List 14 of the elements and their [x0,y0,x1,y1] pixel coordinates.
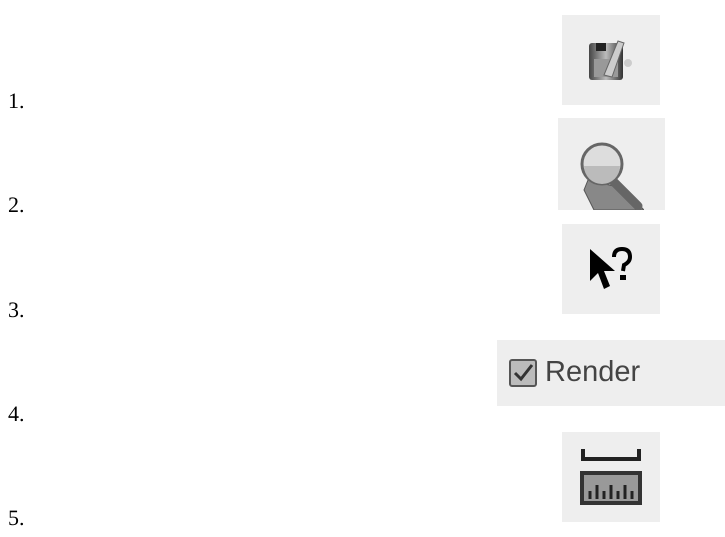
floppy-disk-icon [588,39,634,82]
list-number: 1. [8,90,24,112]
ruler-icon [580,448,642,505]
list-number: 4. [8,402,24,425]
magnifier-icon [578,140,644,210]
toolbar-button[interactable] [562,432,660,522]
list-number: 2. [8,194,24,216]
toolbar-button[interactable] [562,15,660,106]
toolbar-button[interactable] [562,224,660,314]
list-number: 3. [8,298,24,321]
checkmark-icon [512,362,534,383]
help-pointer-icon [588,246,634,290]
list-number: 5. [8,507,24,530]
render-checkbox[interactable]: Render [497,340,725,406]
